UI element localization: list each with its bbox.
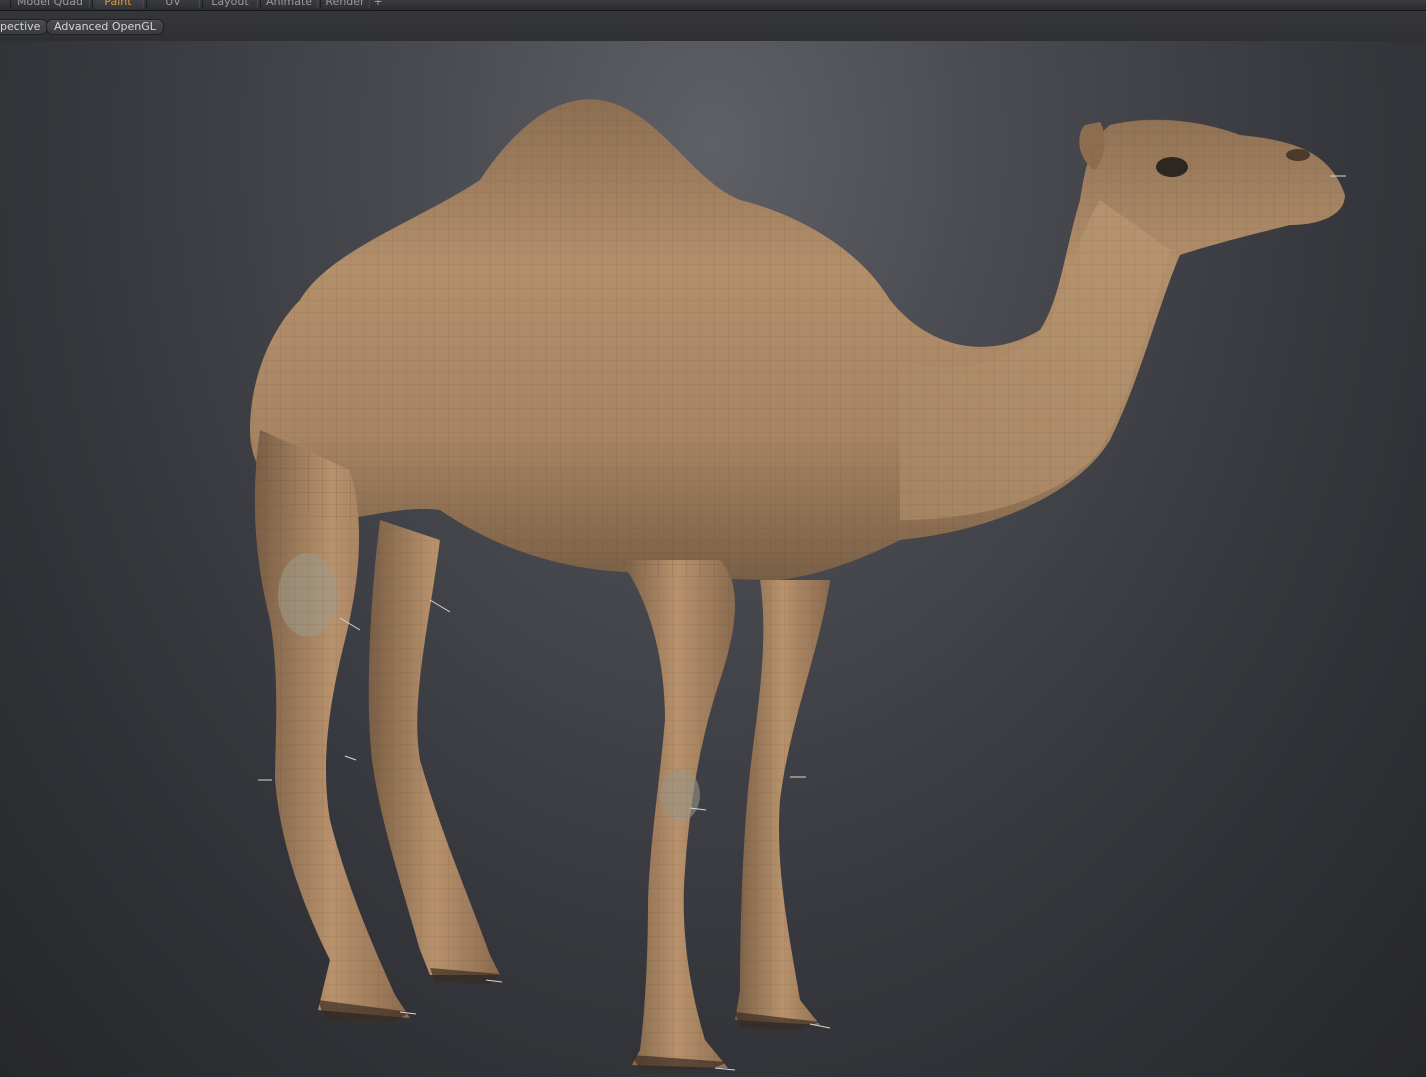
mode-tab-bar: Model Quad Paint UV Layout Animate Rende… [0, 0, 1426, 11]
tab-paint[interactable]: Paint [92, 0, 144, 9]
tab-animate[interactable]: Animate [260, 0, 318, 9]
viewport-toolbar: pective Advanced OpenGL [0, 11, 1426, 41]
3d-viewport[interactable] [0, 41, 1426, 1077]
tab-model-quad[interactable]: Model Quad [10, 0, 90, 9]
add-tab-button[interactable]: + [370, 0, 386, 9]
view-mode-dropdown[interactable]: pective [0, 19, 49, 35]
render-mode-dropdown[interactable]: Advanced OpenGL [46, 19, 164, 35]
tab-uv[interactable]: UV [146, 0, 200, 9]
camel-model[interactable] [0, 41, 1426, 1077]
wireframe-overlay [250, 99, 1345, 1068]
tab-render[interactable]: Render [320, 0, 370, 9]
tab-layout[interactable]: Layout [202, 0, 258, 9]
